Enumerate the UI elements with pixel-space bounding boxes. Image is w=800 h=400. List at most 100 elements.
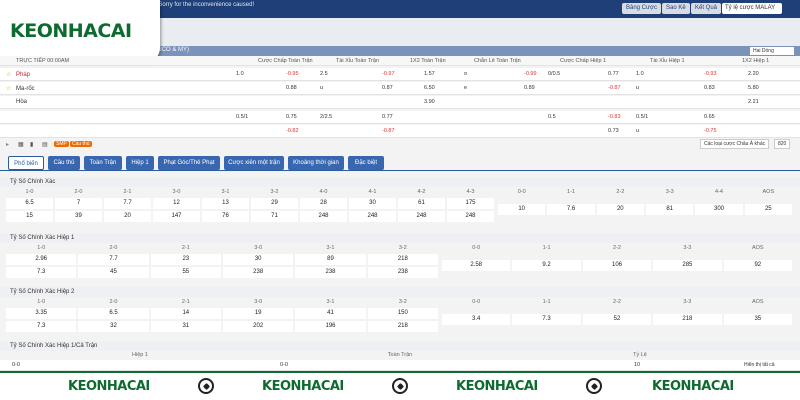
odds-cell[interactable]: 2/2.5 bbox=[320, 114, 332, 120]
score-odds[interactable]: 3.4 bbox=[442, 314, 511, 325]
score-odds[interactable]: 13 bbox=[202, 198, 249, 209]
odds-cell[interactable]: -0.97 bbox=[382, 71, 395, 77]
score-odds[interactable]: 218 bbox=[367, 321, 438, 332]
score-odds[interactable]: 10 bbox=[498, 204, 546, 215]
tab-first-half[interactable]: Hiệp 1 bbox=[126, 156, 154, 170]
score-odds[interactable]: 285 bbox=[653, 260, 722, 271]
score-odds[interactable]: 2.58 bbox=[442, 260, 511, 271]
collapse-arrow-icon[interactable]: ▸ bbox=[6, 141, 9, 148]
score-odds[interactable]: 29 bbox=[251, 198, 298, 209]
score-odds[interactable]: 7.3 bbox=[512, 314, 581, 325]
score-odds[interactable]: 30 bbox=[349, 198, 396, 209]
score-odds[interactable]: 6.5 bbox=[78, 308, 149, 319]
odds-cell[interactable]: -0.75 bbox=[704, 128, 717, 134]
tab-corners-cards[interactable]: Phạt Góc/Thẻ Phạt bbox=[158, 156, 220, 170]
score-odds[interactable]: 7.7 bbox=[78, 254, 149, 265]
score-odds[interactable]: 6.5 bbox=[6, 198, 53, 209]
score-odds[interactable]: 248 bbox=[398, 211, 445, 222]
score-odds[interactable]: 41 bbox=[295, 308, 366, 319]
score-odds[interactable]: 202 bbox=[223, 321, 294, 332]
show-all-link[interactable]: Hiển thị tất cả bbox=[744, 362, 775, 368]
score-odds[interactable]: 45 bbox=[78, 267, 149, 278]
score-odds[interactable]: 175 bbox=[447, 198, 494, 209]
odds-cell[interactable]: 1.0 bbox=[636, 71, 644, 77]
odds-cell[interactable]: u bbox=[636, 128, 639, 134]
score-odds[interactable]: 3.35 bbox=[6, 308, 77, 319]
score-odds[interactable]: 25 bbox=[744, 204, 792, 215]
score-odds[interactable]: 81 bbox=[646, 204, 694, 215]
score-odds[interactable]: 31 bbox=[150, 321, 221, 332]
score-odds[interactable]: 55 bbox=[150, 267, 221, 278]
view-mode-dropdown[interactable]: Hai Dòng bbox=[750, 47, 794, 55]
odds-cell[interactable]: 2.21 bbox=[748, 99, 759, 105]
smp-badge[interactable]: SMP bbox=[54, 141, 69, 147]
score-odds[interactable]: 238 bbox=[295, 267, 366, 278]
odds-cell[interactable]: -0.87 bbox=[608, 85, 621, 91]
score-odds[interactable]: 7 bbox=[55, 198, 102, 209]
score-odds[interactable]: 61 bbox=[398, 198, 445, 209]
score-odds[interactable]: 300 bbox=[695, 204, 743, 215]
odds-cell[interactable]: -0.83 bbox=[608, 114, 621, 120]
score-odds[interactable]: 52 bbox=[582, 314, 652, 325]
score-odds[interactable]: 7.6 bbox=[547, 204, 595, 215]
market-count[interactable]: 820 bbox=[774, 139, 791, 149]
bet-list-button[interactable]: Bảng Cược bbox=[622, 3, 661, 14]
odds-cell[interactable]: 0.83 bbox=[704, 85, 715, 91]
statement-button[interactable]: Sao Kê bbox=[662, 3, 690, 14]
odds-cell[interactable]: 0.5/1 bbox=[636, 114, 648, 120]
chart-icon[interactable]: ▤ bbox=[42, 141, 48, 148]
odds-cell[interactable]: 3.90 bbox=[424, 99, 435, 105]
odds-cell[interactable]: 5.80 bbox=[748, 85, 759, 91]
tab-time-period[interactable]: Khoảng thời gian bbox=[288, 156, 344, 170]
score-odds[interactable]: 35 bbox=[723, 314, 792, 325]
score-odds[interactable]: 14 bbox=[150, 308, 221, 319]
odds-cell[interactable]: 0.77 bbox=[382, 114, 393, 120]
score-odds[interactable]: 248 bbox=[447, 211, 494, 222]
odds-cell[interactable]: 0.88 bbox=[286, 85, 297, 91]
odds-cell[interactable]: o bbox=[464, 71, 467, 77]
score-odds[interactable]: 106 bbox=[582, 260, 652, 271]
odds-cell[interactable]: 0.75 bbox=[286, 114, 297, 120]
score-odds[interactable]: 76 bbox=[202, 211, 249, 222]
odds-cell[interactable]: 1.0 bbox=[236, 71, 244, 77]
tab-special[interactable]: Đặc biệt bbox=[348, 156, 384, 170]
odds-cell[interactable]: 0.5 bbox=[548, 114, 556, 120]
htft-odds[interactable]: 10 bbox=[634, 362, 640, 368]
score-odds[interactable]: 30 bbox=[223, 254, 294, 265]
score-odds[interactable]: 218 bbox=[367, 254, 438, 265]
odds-cell[interactable]: 6.50 bbox=[424, 85, 435, 91]
score-odds[interactable]: 23 bbox=[150, 254, 221, 265]
favorite-star-icon[interactable]: ☆ bbox=[6, 71, 11, 78]
odds-type-select[interactable]: Tỷ lệ cược MALAY bbox=[722, 3, 782, 14]
odds-cell[interactable]: -0.99 bbox=[524, 71, 537, 77]
score-odds[interactable]: 32 bbox=[78, 321, 149, 332]
score-odds[interactable]: 7.3 bbox=[6, 321, 77, 332]
score-odds[interactable]: 20 bbox=[104, 211, 151, 222]
other-asian-odds-select[interactable]: Các loại cược Châu Á khác bbox=[700, 139, 770, 149]
score-odds[interactable]: 218 bbox=[653, 314, 722, 325]
tab-full-time[interactable]: Toàn Trận bbox=[84, 156, 122, 170]
odds-cell[interactable]: e bbox=[464, 85, 467, 91]
score-odds[interactable]: 196 bbox=[295, 321, 366, 332]
score-odds[interactable]: 12 bbox=[153, 198, 200, 209]
odds-cell[interactable]: -0.93 bbox=[704, 71, 717, 77]
score-odds[interactable]: 92 bbox=[723, 260, 792, 271]
score-odds[interactable]: 147 bbox=[153, 211, 200, 222]
tab-player[interactable]: Cầu thủ bbox=[48, 156, 80, 170]
odds-cell[interactable]: 0.77 bbox=[608, 71, 619, 77]
player-badge[interactable]: Cầu thủ bbox=[70, 141, 92, 147]
odds-cell[interactable]: u bbox=[320, 85, 323, 91]
odds-cell[interactable]: 0.73 bbox=[608, 128, 619, 134]
score-odds[interactable]: 39 bbox=[55, 211, 102, 222]
score-odds[interactable]: 248 bbox=[349, 211, 396, 222]
favorite-star-icon[interactable]: ☆ bbox=[6, 85, 11, 92]
tab-popular[interactable]: Phổ biến bbox=[8, 156, 44, 170]
odds-cell[interactable]: -0.87 bbox=[382, 128, 395, 134]
score-odds[interactable]: 89 bbox=[295, 254, 366, 265]
table-icon[interactable]: ▦ bbox=[18, 141, 24, 148]
odds-cell[interactable]: 0.89 bbox=[524, 85, 535, 91]
score-odds[interactable]: 71 bbox=[251, 211, 298, 222]
odds-cell[interactable]: 1.57 bbox=[424, 71, 435, 77]
score-odds[interactable]: 7.7 bbox=[104, 198, 151, 209]
score-odds[interactable]: 238 bbox=[367, 267, 438, 278]
